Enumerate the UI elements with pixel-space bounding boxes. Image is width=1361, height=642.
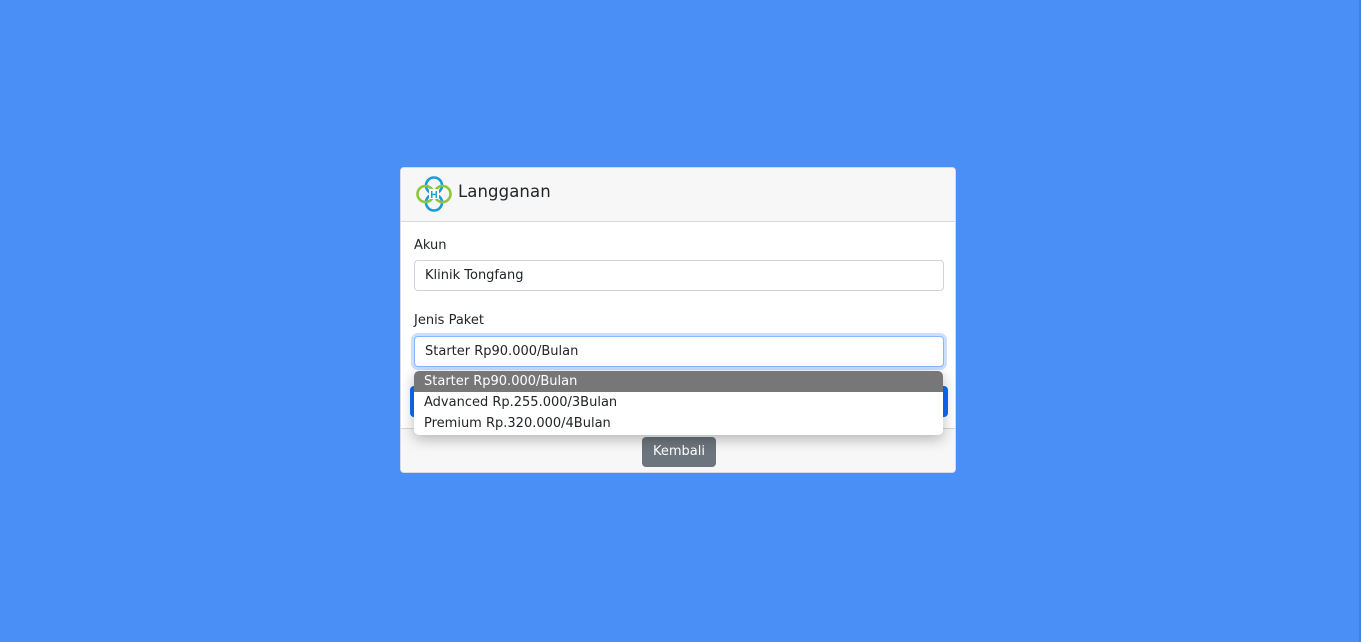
card-header: H Langganan: [401, 168, 955, 222]
svg-text:H: H: [430, 190, 437, 201]
page-title: Langganan: [458, 182, 551, 201]
package-dropdown-list: Starter Rp90.000/Bulan Advanced Rp.255.0…: [414, 371, 943, 435]
account-label: Akun: [414, 238, 447, 253]
package-label: Jenis Paket: [414, 313, 484, 328]
package-select[interactable]: Starter Rp90.000/Bulan: [414, 336, 944, 367]
package-option-starter[interactable]: Starter Rp90.000/Bulan: [414, 371, 943, 392]
back-button[interactable]: Kembali: [642, 437, 716, 467]
clinic-logo-icon: H: [416, 176, 452, 212]
package-option-advanced[interactable]: Advanced Rp.255.000/3Bulan: [414, 392, 943, 413]
package-option-premium[interactable]: Premium Rp.320.000/4Bulan: [414, 413, 943, 434]
account-field[interactable]: Klinik Tongfang: [414, 260, 944, 291]
